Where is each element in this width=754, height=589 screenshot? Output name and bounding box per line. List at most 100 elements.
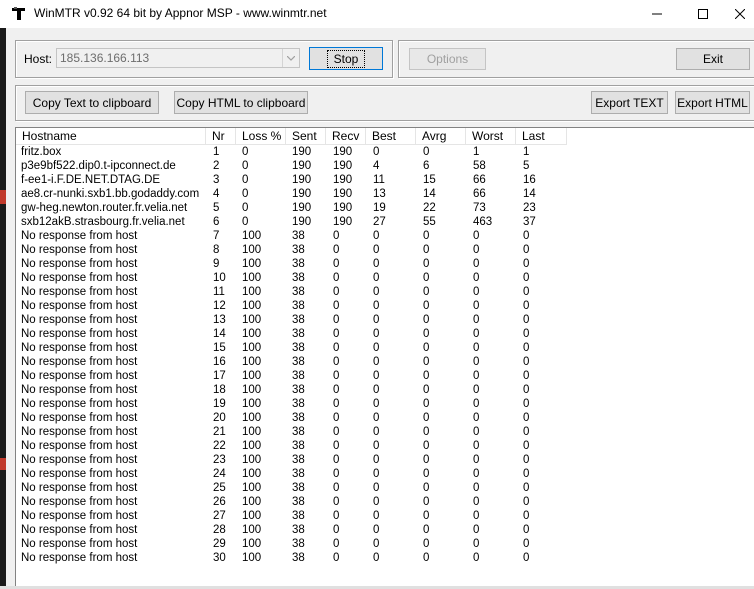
column-header-worst[interactable]: Worst (466, 128, 516, 144)
cell-nr: 22 (213, 440, 226, 452)
cell-best: 0 (373, 230, 380, 242)
close-button[interactable] (726, 0, 754, 28)
cell-worst: 0 (473, 440, 480, 452)
cell-sent: 38 (292, 482, 305, 494)
cell-worst: 0 (473, 286, 480, 298)
cell-best: 0 (373, 272, 380, 284)
cell-recv: 0 (333, 356, 340, 368)
cell-hostname: No response from host (21, 482, 138, 494)
column-header-last[interactable]: Last (516, 128, 567, 144)
cell-nr: 7 (213, 230, 220, 242)
title-bar: WinMTR v0.92 64 bit by Appnor MSP - www.… (0, 0, 754, 28)
cell-avrg: 0 (423, 412, 430, 424)
cell-recv: 0 (333, 384, 340, 396)
cell-worst: 0 (473, 510, 480, 522)
cell-recv: 0 (333, 482, 340, 494)
cell-loss: 0 (242, 174, 249, 186)
cell-recv: 0 (333, 300, 340, 312)
cell-sent: 38 (292, 244, 305, 256)
cell-best: 0 (373, 398, 380, 410)
cell-recv: 0 (333, 510, 340, 522)
cell-loss: 100 (242, 496, 262, 508)
cell-sent: 190 (292, 146, 312, 158)
options-button[interactable]: Options (409, 48, 486, 70)
cell-worst: 0 (473, 258, 480, 270)
cell-sent: 38 (292, 342, 305, 354)
cell-sent: 38 (292, 370, 305, 382)
minimize-button[interactable] (634, 0, 680, 28)
column-header-sent[interactable]: Sent (286, 128, 326, 144)
copy-text-button[interactable]: Copy Text to clipboard (25, 91, 159, 114)
results-table[interactable]: Hostname Nr Loss % Sent Recv Best Avrg W… (15, 127, 754, 589)
cell-worst: 66 (473, 188, 486, 200)
cell-avrg: 0 (423, 440, 430, 452)
exit-button[interactable]: Exit (676, 48, 750, 70)
cell-nr: 9 (213, 258, 220, 270)
cell-sent: 38 (292, 454, 305, 466)
maximize-icon (698, 9, 708, 19)
cell-loss: 100 (242, 370, 262, 382)
cell-worst: 1 (473, 146, 480, 158)
cell-loss: 100 (242, 230, 262, 242)
cell-best: 0 (373, 454, 380, 466)
stop-button[interactable]: Stop (309, 47, 383, 70)
cell-recv: 190 (333, 188, 353, 200)
column-header-best[interactable]: Best (366, 128, 416, 144)
export-text-button[interactable]: Export TEXT (591, 91, 668, 114)
cell-sent: 38 (292, 300, 305, 312)
cell-last: 0 (523, 482, 530, 494)
cell-nr: 29 (213, 538, 226, 550)
cell-avrg: 0 (423, 468, 430, 480)
cell-avrg: 55 (423, 216, 436, 228)
cell-best: 0 (373, 510, 380, 522)
export-html-button[interactable]: Export HTML (675, 91, 750, 114)
cell-sent: 38 (292, 258, 305, 270)
cell-sent: 38 (292, 286, 305, 298)
cell-worst: 0 (473, 412, 480, 424)
cell-sent: 38 (292, 328, 305, 340)
cell-hostname: No response from host (21, 524, 138, 536)
cell-worst: 0 (473, 356, 480, 368)
cell-recv: 190 (333, 174, 353, 186)
cell-nr: 19 (213, 398, 226, 410)
cell-avrg: 0 (423, 370, 430, 382)
cell-last: 0 (523, 552, 530, 564)
cell-avrg: 0 (423, 244, 430, 256)
cell-best: 0 (373, 412, 380, 424)
cell-sent: 38 (292, 412, 305, 424)
cell-avrg: 0 (423, 272, 430, 284)
column-header-avrg[interactable]: Avrg (416, 128, 466, 144)
cell-sent: 38 (292, 384, 305, 396)
cell-loss: 100 (242, 272, 262, 284)
cell-last: 0 (523, 328, 530, 340)
cell-best: 11 (373, 174, 385, 186)
cell-best: 0 (373, 482, 380, 494)
cell-worst: 463 (473, 216, 493, 228)
column-header-nr[interactable]: Nr (206, 128, 236, 144)
cell-recv: 0 (333, 496, 340, 508)
cell-loss: 100 (242, 524, 262, 536)
column-header-loss[interactable]: Loss % (236, 128, 286, 144)
cell-avrg: 0 (423, 538, 430, 550)
cell-nr: 5 (213, 202, 220, 214)
cell-sent: 190 (292, 160, 312, 172)
cell-best: 13 (373, 188, 386, 200)
dropdown-arrow[interactable] (282, 49, 299, 67)
window-title: WinMTR v0.92 64 bit by Appnor MSP - www.… (34, 6, 327, 20)
cell-hostname: No response from host (21, 300, 138, 312)
cell-worst: 0 (473, 370, 480, 382)
cell-recv: 190 (333, 160, 353, 172)
column-header-recv[interactable]: Recv (326, 128, 366, 144)
cell-last: 23 (523, 202, 536, 214)
cell-worst: 0 (473, 552, 480, 564)
host-combo-box[interactable]: 185.136.166.113 (56, 48, 300, 68)
copy-html-button[interactable]: Copy HTML to clipboard (174, 91, 308, 114)
maximize-button[interactable] (680, 0, 726, 28)
cell-last: 0 (523, 342, 530, 354)
cell-nr: 18 (213, 384, 226, 396)
cell-nr: 25 (213, 482, 226, 494)
cell-loss: 100 (242, 300, 262, 312)
column-header-hostname[interactable]: Hostname (16, 128, 206, 144)
cell-worst: 0 (473, 538, 480, 550)
cell-recv: 0 (333, 230, 340, 242)
